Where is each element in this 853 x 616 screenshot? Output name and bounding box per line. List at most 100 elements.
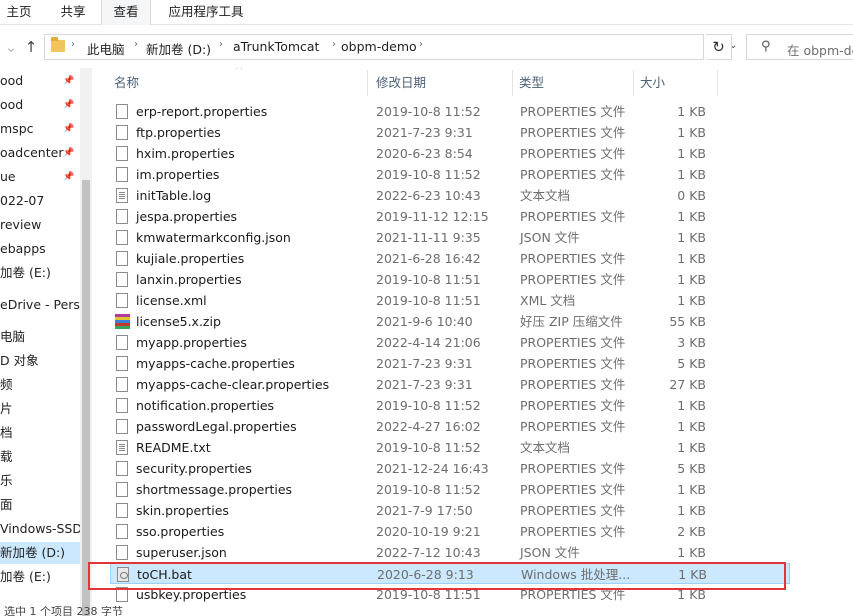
- file-modified-date: 2020-10-19 9:21: [376, 524, 481, 539]
- sidebar-item[interactable]: 档: [0, 422, 80, 444]
- file-row[interactable]: superuser.json 2022-7-12 10:43 JSON 文件 1 KB: [110, 542, 790, 563]
- sidebar-item-label: 片: [0, 401, 13, 416]
- file-row[interactable]: im.properties 2019-10-8 11:52 PROPERTIES 文…: [110, 164, 790, 185]
- file-row[interactable]: myapp.properties 2022-4-14 21:06 PROPERTIE…: [110, 332, 790, 353]
- nav-scrollbar-thumb[interactable]: [82, 180, 90, 616]
- sidebar-item[interactable]: mspc 📌: [0, 118, 80, 140]
- pin-icon[interactable]: 📌: [63, 166, 74, 188]
- sidebar-item[interactable]: oadcenter 📌: [0, 142, 80, 164]
- file-name: ftp.properties: [136, 125, 221, 140]
- up-arrow-icon[interactable]: ↑: [20, 35, 42, 59]
- file-row[interactable]: shortmessage.properties 2019-10-8 11:52 PR…: [110, 479, 790, 500]
- status-text: 选中 1 个项目 238 字节: [4, 606, 123, 616]
- file-modified-date: 2021-7-23 9:31: [376, 125, 473, 140]
- sidebar-item[interactable]: D 对象: [0, 350, 80, 372]
- file-row[interactable]: jespa.properties 2019-11-12 12:15 PROPERTI…: [110, 206, 790, 227]
- file-size: 1 KB: [677, 251, 706, 266]
- sidebar-item[interactable]: 022-07: [0, 190, 80, 212]
- chevron-right-icon[interactable]: ›: [219, 39, 223, 50]
- column-header-name[interactable]: 名称: [114, 68, 139, 96]
- pin-icon[interactable]: 📌: [63, 94, 74, 116]
- breadcrumb-drive-d[interactable]: 新加卷 (D:): [146, 39, 211, 58]
- file-row[interactable]: myapps-cache-clear.properties 2021-7-23 9…: [110, 374, 790, 395]
- sidebar-item[interactable]: 电脑: [0, 326, 80, 348]
- tab-view[interactable]: 查看: [101, 0, 151, 25]
- file-row[interactable]: hxim.properties 2020-6-23 8:54 PROPERTIES …: [110, 143, 790, 164]
- sidebar-item[interactable]: Vindows-SSD: [0, 518, 80, 540]
- file-row[interactable]: license.xml 2019-10-8 11:51 XML 文档 1 KB: [110, 290, 790, 311]
- tab-share[interactable]: 共享: [52, 0, 94, 25]
- file-row[interactable]: skin.properties 2021-7-9 17:50 PROPERTIES …: [110, 500, 790, 521]
- file-size: 1 KB: [677, 482, 706, 497]
- sidebar-item[interactable]: 加卷 (E:): [0, 566, 80, 588]
- file-icon: [116, 398, 128, 413]
- sidebar-item-label: 电脑: [0, 329, 26, 344]
- sidebar-item[interactable]: 新加卷 (D:): [0, 542, 80, 564]
- chevron-right-icon[interactable]: ›: [419, 39, 423, 50]
- sidebar-item-label: eDrive - Perso: [0, 297, 80, 312]
- column-header-size[interactable]: 大小: [640, 68, 665, 96]
- file-row[interactable]: passwordLegal.properties 2022-4-27 16:02 P…: [110, 416, 790, 437]
- file-row[interactable]: sso.properties 2020-10-19 9:21 PROPERTIES …: [110, 521, 790, 542]
- file-row[interactable]: license5.x.zip 2021-9-6 10:40 好压 ZIP 压缩文件 5…: [110, 311, 790, 332]
- file-row[interactable]: security.properties 2021-12-24 16:43 PROPE…: [110, 458, 790, 479]
- file-type: 好压 ZIP 压缩文件: [520, 314, 623, 329]
- file-name: license.xml: [136, 293, 207, 308]
- file-modified-date: 2019-10-8 11:52: [376, 440, 481, 455]
- file-icon: [116, 230, 128, 245]
- nav-scrollbar[interactable]: [80, 68, 92, 616]
- tab-home[interactable]: 主页: [0, 0, 38, 25]
- file-type: PROPERTIES 文件: [520, 377, 626, 392]
- sidebar-item[interactable]: ood 📌: [0, 94, 80, 116]
- sidebar-item[interactable]: 频: [0, 374, 80, 396]
- sidebar-item-label: D 对象: [0, 353, 39, 368]
- sidebar-item[interactable]: ood 📌: [0, 70, 80, 92]
- pin-icon[interactable]: 📌: [63, 142, 74, 164]
- sidebar-item[interactable]: eDrive - Perso: [0, 294, 80, 316]
- column-divider[interactable]: [717, 70, 718, 96]
- sidebar-item[interactable]: 片: [0, 398, 80, 420]
- chevron-right-icon[interactable]: ›: [332, 39, 336, 50]
- sidebar-item[interactable]: 乐: [0, 470, 80, 492]
- file-row[interactable]: initTable.log 2022-6-23 10:43 文本文档 0 KB: [110, 185, 790, 206]
- file-size: 1 KB: [677, 503, 706, 518]
- chevron-right-icon[interactable]: ›: [71, 39, 75, 50]
- chevron-right-icon[interactable]: ›: [134, 39, 138, 50]
- sidebar-item[interactable]: 载: [0, 446, 80, 468]
- chevron-down-icon[interactable]: ⌄: [0, 35, 22, 59]
- sidebar-item[interactable]: 面: [0, 494, 80, 516]
- address-row: ⌄ ↑ › 此电脑 › 新加卷 (D:) › aTrunkTomcat › ob…: [0, 26, 853, 68]
- file-row[interactable]: lanxin.properties 2019-10-8 11:51 PROPERTI…: [110, 269, 790, 290]
- column-divider[interactable]: [633, 70, 634, 96]
- breadcrumb-atrunktomcat[interactable]: aTrunkTomcat: [233, 39, 319, 54]
- file-row[interactable]: README.txt 2019-10-8 11:52 文本文档 1 KB: [110, 437, 790, 458]
- file-icon: [116, 209, 128, 224]
- address-bar[interactable]: › 此电脑 › 新加卷 (D:) › aTrunkTomcat › obpm-d…: [44, 34, 737, 60]
- column-header-type[interactable]: 类型: [519, 68, 544, 96]
- breadcrumb-obpm-demo[interactable]: obpm-demo: [341, 39, 417, 54]
- file-row[interactable]: notification.properties 2019-10-8 11:52 PR…: [110, 395, 790, 416]
- breadcrumb-this-pc[interactable]: 此电脑: [87, 39, 125, 58]
- column-header-date[interactable]: 修改日期: [376, 68, 426, 96]
- file-row[interactable]: ftp.properties 2021-7-23 9:31 PROPERTIES 文…: [110, 122, 790, 143]
- search-input[interactable]: ⚲ 在 obpm-de: [746, 34, 853, 60]
- file-type: PROPERTIES 文件: [520, 335, 626, 350]
- sidebar-item[interactable]: ue 📌: [0, 166, 80, 188]
- pin-icon[interactable]: 📌: [63, 118, 74, 140]
- column-divider[interactable]: [367, 70, 368, 96]
- file-row[interactable]: kmwatermarkconfig.json 2021-11-11 9:35 JSO…: [110, 227, 790, 248]
- tab-app-tools[interactable]: 应用程序工具: [158, 0, 254, 25]
- pin-icon[interactable]: 📌: [63, 70, 74, 92]
- file-name: license5.x.zip: [136, 314, 221, 329]
- file-row[interactable]: kujiale.properties 2021-6-28 16:42 PROPERT…: [110, 248, 790, 269]
- file-size: 1 KB: [677, 209, 706, 224]
- sidebar-item[interactable]: review: [0, 214, 80, 236]
- sidebar-item[interactable]: 加卷 (E:): [0, 262, 80, 284]
- file-row[interactable]: myapps-cache.properties 2021-7-23 9:31 PRO…: [110, 353, 790, 374]
- refresh-button[interactable]: ↻: [706, 34, 732, 60]
- sort-ascending-icon: ^: [235, 68, 244, 76]
- file-size: 3 KB: [677, 335, 706, 350]
- column-divider[interactable]: [512, 70, 513, 96]
- file-row[interactable]: erp-report.properties 2019-10-8 11:52 PROP…: [110, 101, 790, 122]
- sidebar-item[interactable]: ebapps: [0, 238, 80, 260]
